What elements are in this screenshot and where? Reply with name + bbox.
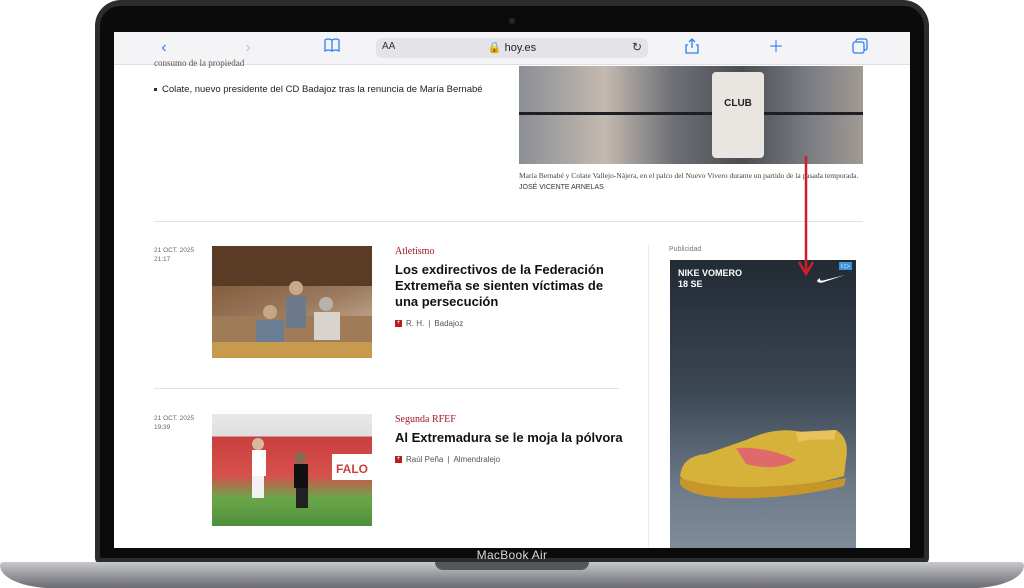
article-section[interactable]: Segunda RFEF	[395, 414, 456, 425]
author-place: Badajoz	[434, 319, 464, 328]
club-crest: CLUB	[712, 72, 764, 158]
device-label: MacBook Air	[476, 548, 548, 562]
byline-separator: |	[447, 455, 450, 464]
article-date: 21 OCT. 2025 19:39	[154, 414, 194, 432]
author-icon: +	[395, 456, 402, 463]
article-headline[interactable]: Al Extremadura se le moja la pólvora	[395, 430, 625, 446]
column-divider	[648, 244, 649, 548]
red-arrow-icon	[798, 156, 814, 277]
url-label: hoy.es	[504, 42, 537, 54]
author-name: R. H.	[406, 319, 425, 328]
article-thumbnail[interactable]	[212, 246, 372, 358]
news-page: consumo de la propiedad Colate, nuevo pr…	[114, 58, 910, 548]
author-icon: +	[395, 320, 402, 327]
article-divider	[154, 388, 619, 389]
article-photo[interactable]: CLUB	[519, 66, 863, 164]
browser-screen: ‹ › AA 🔒 hoy.es ↻ ＋ consumo de la propie…	[114, 32, 910, 548]
new-tab-icon[interactable]: ＋	[766, 38, 786, 58]
address-bar[interactable]: AA 🔒 hoy.es ↻	[376, 38, 648, 58]
crest-text: CLUB	[724, 98, 752, 109]
lock-icon: 🔒	[487, 42, 502, 54]
time-text: 19:39	[154, 424, 171, 431]
share-icon[interactable]	[682, 38, 702, 58]
author-place: Almendralejo	[453, 455, 501, 464]
date-text: 21 OCT. 2025	[154, 415, 195, 422]
camera-icon	[509, 18, 515, 24]
article-byline: + R. H. | Badajoz	[395, 319, 463, 328]
article-thumbnail[interactable]: FALO	[212, 414, 372, 526]
nike-ad[interactable]: NIKE VOMERO 18 SE i ▷	[670, 260, 856, 548]
photo-rail	[519, 112, 863, 115]
reload-icon[interactable]: ↻	[632, 40, 642, 54]
ad-title: NIKE VOMERO 18 SE	[678, 268, 743, 289]
ad-label: Publicidad	[669, 246, 702, 253]
shoe-image	[680, 430, 847, 499]
bookmarks-icon[interactable]	[322, 38, 342, 58]
tabs-icon[interactable]	[850, 38, 870, 58]
byline-separator: |	[428, 319, 431, 328]
article-headline[interactable]: Los exdirectivos de la Federación Extrem…	[395, 262, 625, 310]
banner-text: FALO	[336, 462, 368, 476]
truncated-text: consumo de la propiedad	[154, 58, 245, 68]
article-date: 21 OCT. 2025 21:17	[154, 246, 194, 264]
back-icon[interactable]: ‹	[154, 38, 174, 58]
author-name: Raúl Peña	[406, 455, 444, 464]
adchoices-icon[interactable]: i ▷	[839, 262, 852, 270]
date-text: 21 OCT. 2025	[154, 247, 195, 254]
time-text: 21:17	[154, 256, 171, 263]
photo-credit: JOSÉ VICENTE ARNELAS	[519, 184, 604, 191]
related-link[interactable]: Colate, nuevo presidente del CD Badajoz …	[154, 84, 483, 95]
article-byline: + Raúl Peña | Almendralejo	[395, 455, 500, 464]
article-section[interactable]: Atletismo	[395, 246, 434, 257]
forward-icon[interactable]: ›	[238, 38, 258, 58]
laptop-notch	[435, 562, 589, 570]
url-text: 🔒 hoy.es	[376, 41, 648, 54]
section-divider	[154, 221, 863, 222]
nike-swoosh-icon	[817, 275, 845, 283]
